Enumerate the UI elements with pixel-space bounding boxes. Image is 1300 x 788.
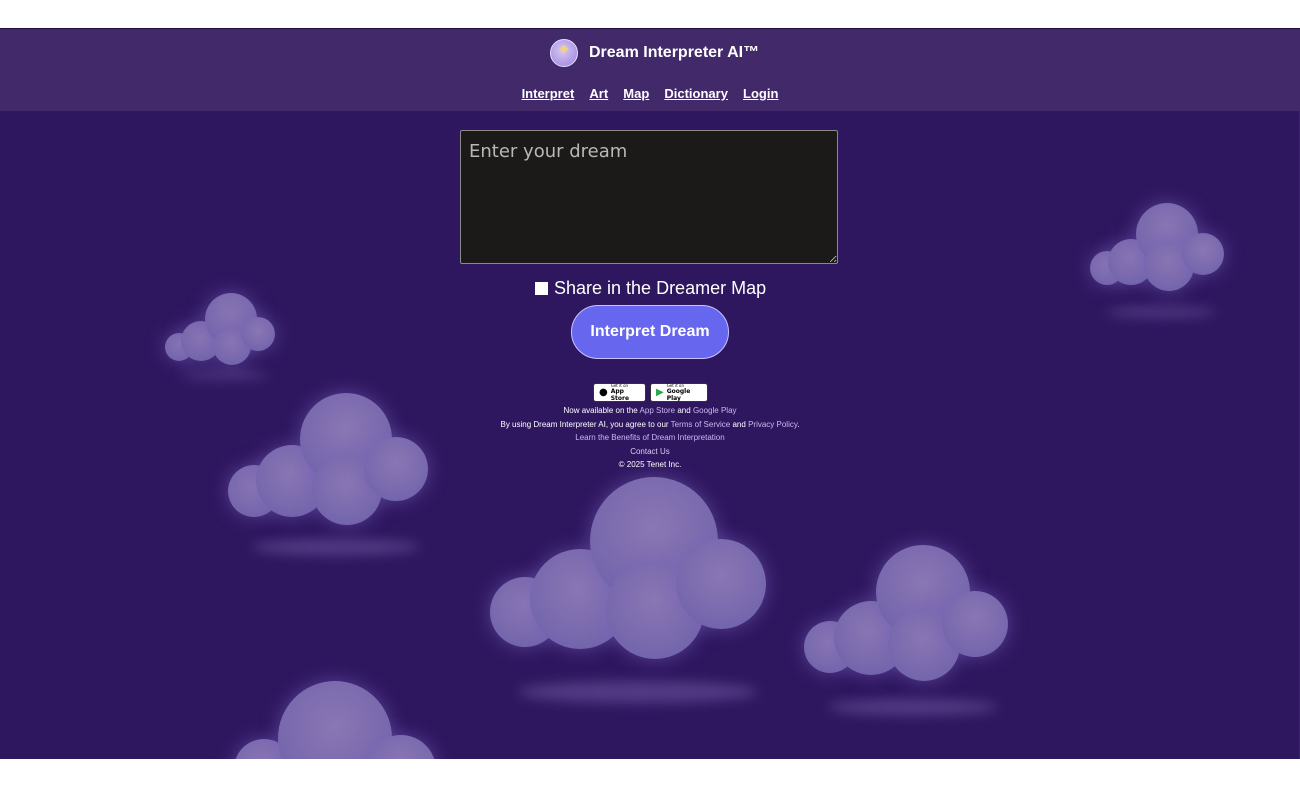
terms-line: By using Dream Interpreter AI, you agree… [500,419,800,429]
cloud-decoration [802,545,1010,735]
main-nav: Interpret Art Map Dictionary Login [0,83,1300,102]
brand-name: Dream Interpreter AI™ [589,44,760,61]
app-store-name: App Store [610,388,630,402]
app-store-link[interactable]: App Store [640,406,676,415]
site-header: Dream Interpreter AI™ Interpret Art Map … [0,29,1300,111]
share-option[interactable]: Share in the Dreamer Map [535,278,766,299]
terms-link[interactable]: Terms of Service [671,420,731,429]
app-store-badge[interactable]: ● Get it on App Store [593,383,646,402]
nav-map[interactable]: Map [623,86,649,101]
nav-dictionary[interactable]: Dictionary [664,86,728,101]
apple-icon: ● [599,387,608,398]
benefits-link[interactable]: Learn the Benefits of Dream Interpretati… [575,433,724,442]
share-checkbox[interactable] [535,282,548,295]
privacy-link[interactable]: Privacy Policy [748,420,797,429]
interpret-dream-button[interactable]: Interpret Dream [571,305,729,359]
dream-input[interactable] [460,130,838,264]
cloud-decoration [1088,201,1228,331]
google-play-badge[interactable]: ▶ Get it on Google Play [650,383,708,402]
app-background: Dream Interpreter AI™ Interpret Art Map … [0,28,1300,759]
nav-art[interactable]: Art [589,86,608,101]
nav-login[interactable]: Login [743,86,778,101]
brand[interactable]: Dream Interpreter AI™ [550,39,759,67]
copyright: © 2025 Tenet Inc. [618,460,682,469]
share-label: Share in the Dreamer Map [554,278,767,298]
contact-link[interactable]: Contact Us [630,447,670,456]
crystal-ball-logo-icon [550,39,578,67]
cloud-decoration [165,291,277,391]
availability-line: Now available on the App Store and Googl… [563,406,737,415]
nav-interpret[interactable]: Interpret [522,86,575,101]
google-play-name: Google Play [666,388,691,402]
cloud-decoration [226,679,436,759]
cloud-decoration [488,477,770,717]
footer: Now available on the App Store and Googl… [0,404,1300,472]
google-play-icon: ▶ [656,387,664,398]
google-play-link[interactable]: Google Play [693,406,737,415]
